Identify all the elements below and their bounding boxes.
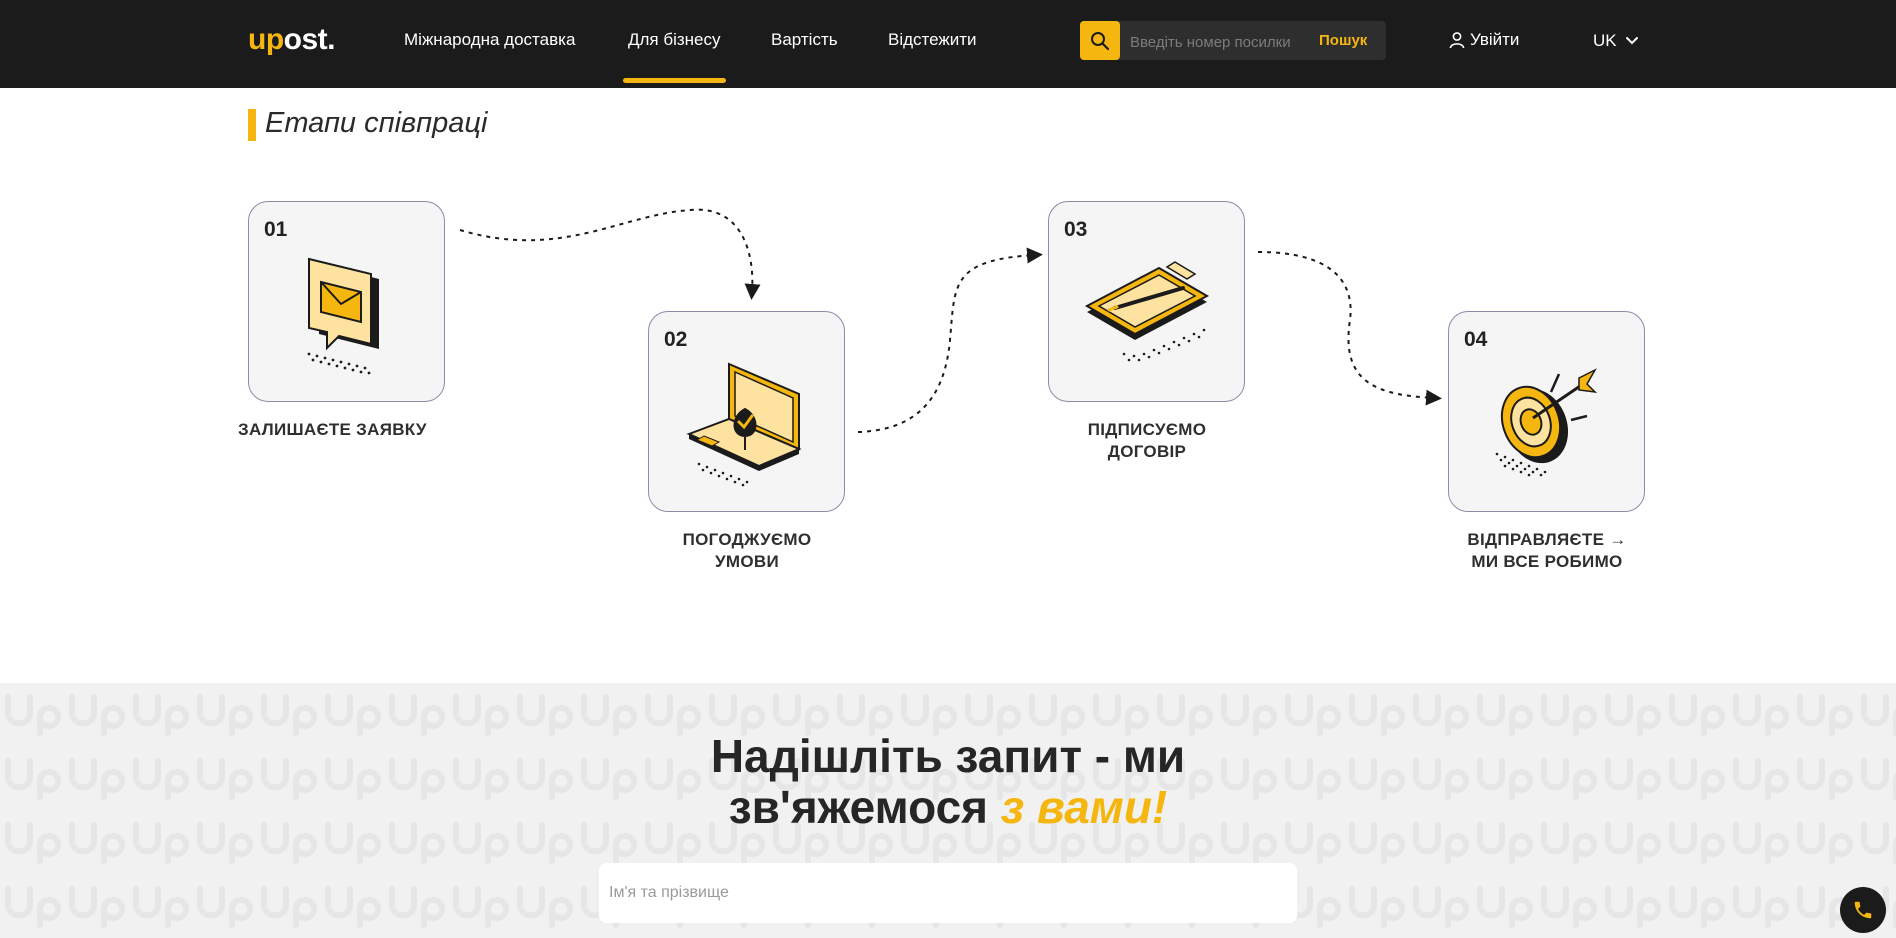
stage-label-line: УМОВИ — [715, 552, 779, 571]
clipboard-pen-icon — [1084, 261, 1210, 362]
stage-card-1: 01 — [248, 201, 445, 402]
form-title-line-1: Надішліть запит - ми — [710, 730, 1186, 782]
login-label: Увійти — [1470, 30, 1520, 49]
form-title-line-2: зв'яжемося з вами! — [0, 782, 1896, 833]
stage-label-line: МИ ВСЕ РОБИМО — [1471, 552, 1623, 571]
stage-label-line: ПОГОДЖУЄМО — [682, 530, 812, 549]
stage-label-line: ДОГОВІР — [1107, 442, 1187, 461]
stage-label-4: ВІДПРАВЛЯЄТЕ → МИ ВСЕ РОБИМО — [1437, 529, 1657, 573]
nav-pricing[interactable]: Вартість — [771, 30, 838, 50]
top-navigation-bar: up ost. Міжнародна доставка Для бізнесу В… — [0, 0, 1896, 88]
stage-number: 03 — [1064, 218, 1088, 241]
stage-label-1: ЗАЛИШАЄТЕ ЗАЯВКУ — [238, 419, 498, 441]
tracking-search: Пошук — [1080, 21, 1386, 60]
logo-prefix: up — [248, 23, 284, 56]
form-title-accent: з вами! — [1000, 781, 1168, 833]
nav-track[interactable]: Відстежити — [888, 30, 977, 50]
stage-card-2: 02 — [648, 311, 845, 512]
login-button[interactable]: Увійти — [1448, 30, 1519, 50]
stage-number: 01 — [264, 218, 288, 241]
search-button[interactable] — [1080, 21, 1120, 60]
nav-international-delivery[interactable]: Міжнародна доставка — [404, 30, 575, 50]
tracking-number-input[interactable] — [1128, 31, 1312, 53]
stage-card-3: 03 — [1048, 201, 1245, 402]
stage-label-line: ВІДПРАВЛЯЄТЕ → — [1467, 530, 1627, 549]
logo-suffix: ost. — [283, 23, 336, 56]
section-title-accent-bar — [248, 109, 256, 141]
stage-number: 02 — [664, 328, 688, 351]
stage-label-line: ЗАЛИШАЄТЕ ЗАЯВКУ — [238, 420, 427, 439]
stage-label-2: ПОГОДЖУЄМО УМОВИ — [637, 529, 857, 573]
search-submit-button[interactable]: Пошук — [1319, 32, 1367, 49]
connector-arrow-3-4 — [1257, 251, 1442, 406]
search-icon — [1091, 31, 1110, 50]
contact-form-title: Надішліть запит - ми зв'яжемося з вами! — [0, 731, 1896, 833]
active-nav-indicator — [623, 78, 726, 83]
stage-card-4: 04 — [1448, 311, 1645, 512]
language-selector[interactable]: UK — [1593, 31, 1639, 51]
stage-label-3: ПІДПИСУЄМО ДОГОВІР — [1037, 419, 1257, 463]
user-icon — [1449, 32, 1465, 49]
connector-arrow-1-2 — [459, 208, 761, 300]
target-arrow-icon — [1495, 368, 1598, 477]
call-button[interactable] — [1840, 887, 1886, 933]
stage-number: 04 — [1464, 328, 1488, 351]
speech-bubble-envelope-icon — [307, 257, 379, 375]
laptop-location-pin-icon — [686, 362, 802, 487]
chevron-down-icon — [1625, 37, 1638, 45]
upost-logo[interactable]: up ost. — [248, 22, 336, 58]
full-name-field[interactable] — [599, 863, 1297, 923]
connector-arrow-2-3 — [857, 247, 1043, 433]
form-title-plain: зв'яжемося — [728, 781, 1001, 833]
section-title: Етапи співпраці — [265, 107, 488, 139]
stage-label-line: ПІДПИСУЄМО — [1087, 420, 1207, 439]
language-label: UK — [1593, 31, 1617, 50]
phone-icon — [1854, 901, 1872, 919]
nav-for-business[interactable]: Для бізнесу — [628, 30, 721, 50]
